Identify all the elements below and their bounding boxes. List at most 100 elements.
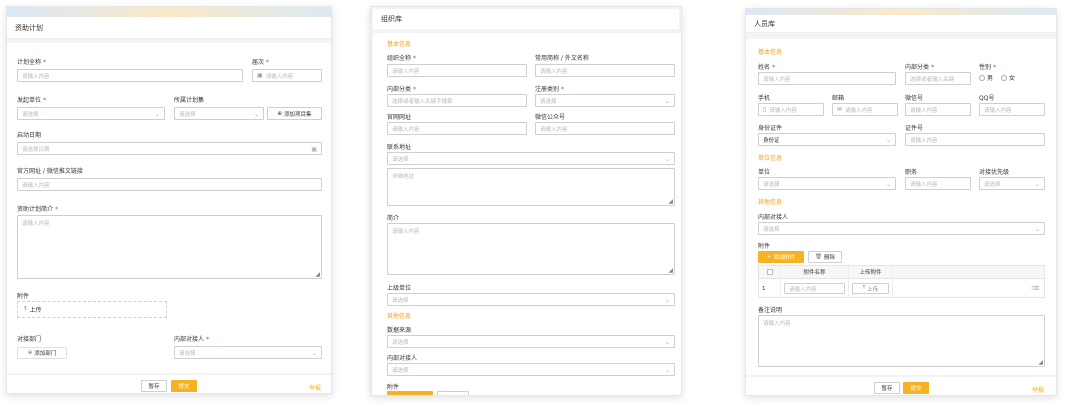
unit-select[interactable]: 请选择 ⌄ (758, 177, 896, 190)
intro-label: 简介 (387, 215, 400, 222)
contact-select[interactable]: 请选择 ⌄ (174, 346, 322, 359)
remark-label: 备注说明 (758, 307, 783, 314)
position-input[interactable]: 请输入内容 (905, 177, 971, 190)
chevron-down-icon: ⌄ (664, 297, 670, 304)
chevron-down-icon: ⌄ (664, 367, 670, 374)
fullname-input[interactable]: 请输入内容 (387, 64, 527, 77)
chevron-down-icon: ⌄ (1034, 181, 1040, 188)
session-input[interactable]: ▣ 请输入内容 (252, 69, 322, 82)
shortname-input[interactable]: 请输入内容 (535, 64, 675, 77)
resize-grip-icon: ◢ (668, 267, 673, 274)
attachment-label: 附件 (17, 293, 30, 300)
source-label: 数据来源 (387, 327, 412, 334)
delete-button[interactable]: 🗑 删除 (808, 251, 842, 263)
idtype-select[interactable]: 身份证 ⌄ (758, 133, 896, 146)
attachment-label: 附件 (758, 243, 771, 250)
start-date-label: 启动日期 (17, 132, 42, 139)
website-input[interactable]: 请输入内容 (17, 178, 322, 191)
upload-button[interactable]: ⤒ 上传 (17, 301, 167, 318)
row-name-input[interactable]: 请输入内容 (784, 283, 845, 294)
chevron-down-icon: ⌄ (885, 137, 891, 144)
row-upload-button[interactable]: ⤒ 上传 (852, 283, 889, 294)
qq-label: QQ号 (979, 95, 995, 102)
chevron-down-icon: ⌄ (154, 111, 160, 118)
other-section-title: 其他信息 (758, 199, 783, 206)
calendar-icon: ▣ (257, 72, 263, 79)
attachment-table: 附件名称 上传附件 1 请输入内容 ⤒ 上传 ⌫ (758, 265, 1045, 298)
attachment-label: 附件 (387, 384, 400, 391)
cancel-link[interactable]: 举报 (309, 383, 321, 392)
panel-title: 人员库 (746, 15, 1056, 33)
category-select[interactable]: 选择或者输入关键字搜索 (387, 94, 527, 107)
idtype-label: 身份证件 (758, 125, 783, 132)
initiator-select[interactable]: 请选择 ⌄ (17, 107, 165, 120)
gender-male-radio[interactable]: 男 (979, 73, 993, 82)
address-detail-textarea[interactable]: 详细地址 ◢ (387, 168, 675, 206)
contact-select[interactable]: 请选择 ⌄ (758, 222, 1045, 235)
initiator-label: 发起单位 * (17, 97, 46, 104)
chevron-down-icon: ⌄ (1034, 226, 1040, 233)
idnum-label: 证件号 (905, 125, 924, 132)
panel-title: 资助计划 (7, 17, 331, 39)
website-input[interactable]: 请输入内容 (387, 122, 527, 135)
phone-input[interactable]: ▯ 请输入内容 (758, 103, 824, 116)
save-button[interactable]: 暂存 (874, 382, 900, 394)
row-upload-cell: ⤒ 上传 (849, 279, 893, 298)
mail-icon: ✉ (837, 106, 843, 113)
row-index: 1 (759, 279, 781, 298)
priority-select[interactable]: 请选择 ⌄ (979, 177, 1045, 190)
funding-plan-panel: 资助计划 计划全称 * 请输入内容 届次 * ▣ 请输入内容 发起单位 * 请选择… (6, 6, 332, 394)
select-all-checkbox[interactable] (759, 266, 781, 278)
other-section-title: 其他信息 (387, 313, 412, 320)
email-input[interactable]: ✉ 请输入内容 (832, 103, 898, 116)
delete-button[interactable] (437, 391, 469, 395)
source-select[interactable]: 请选择 ⌄ (387, 335, 675, 348)
category-select[interactable]: 选择或者输入关键 (905, 72, 971, 85)
basic-section-title: 基本信息 (387, 41, 412, 48)
submit-button[interactable]: 提交 (903, 382, 929, 394)
regtype-label: 注册类别 * (535, 86, 564, 93)
address-select[interactable]: 请选择 ⌄ (387, 152, 675, 165)
contact-select[interactable]: 请选择 ⌄ (387, 363, 675, 376)
intro-textarea[interactable]: 请输入内容 ◢ (387, 223, 675, 275)
row-delete-icon[interactable]: ⌫ (893, 279, 1044, 298)
phone-icon: ▯ (763, 106, 767, 113)
table-row: 1 请输入内容 ⤒ 上传 ⌫ (759, 279, 1044, 298)
add-attachment-button[interactable] (387, 391, 433, 395)
website-label: 官方网址 / 微信推文链接 (17, 168, 83, 175)
contact-label: 内部对接人 (758, 214, 789, 221)
parent-select[interactable]: 请选择 ⌄ (387, 293, 675, 306)
plan-name-label: 计划全称 * (17, 59, 46, 66)
plan-set-select[interactable]: 请选择 ⌄ (174, 107, 264, 120)
qq-input[interactable]: 请输入内容 (979, 103, 1045, 116)
add-attachment-button[interactable]: + 添加附件 (758, 251, 804, 263)
resize-grip-icon: ◢ (315, 271, 320, 278)
wechat-input[interactable]: 请输入内容 (535, 122, 675, 135)
save-button[interactable]: 暂存 (141, 380, 167, 392)
phone-label: 手机 (758, 95, 771, 102)
cancel-link[interactable]: 举报 (1032, 385, 1044, 394)
unit-label: 单位 (758, 169, 771, 176)
wechat-input[interactable]: 请输入内容 (905, 103, 971, 116)
plan-name-input[interactable]: 请输入内容 (17, 69, 243, 82)
add-plan-set-button[interactable]: ⊕ 添加项目集 (267, 107, 322, 120)
regtype-select[interactable]: 请选择 ⌄ (535, 94, 675, 107)
trash-icon: 🗑 (815, 254, 822, 260)
submit-button[interactable]: 提交 (171, 380, 197, 392)
gender-label: 性别 * (979, 64, 996, 71)
dept-label: 对接部门 (17, 336, 42, 343)
chevron-down-icon: ⌄ (664, 156, 670, 163)
resize-grip-icon: ◢ (668, 198, 673, 205)
start-date-input[interactable]: 请选择日期 ▣ (17, 142, 322, 155)
name-input[interactable]: 请输入内容 (758, 72, 896, 85)
idnum-input[interactable]: 请输入内容 (905, 133, 1045, 146)
col-empty-header (893, 266, 1044, 278)
unit-section-title: 单位信息 (758, 155, 783, 162)
gender-female-radio[interactable]: 女 (1000, 73, 1015, 82)
session-label: 届次 * (252, 59, 269, 66)
intro-textarea[interactable]: 请输入内容 ◢ (17, 215, 322, 279)
email-label: 邮箱 (832, 95, 845, 102)
add-dept-button[interactable]: ⊕ 添加部门 (17, 347, 67, 359)
remark-textarea[interactable]: 请输入内容 ◢ (758, 315, 1045, 367)
col-name-header: 附件名称 (781, 266, 849, 278)
